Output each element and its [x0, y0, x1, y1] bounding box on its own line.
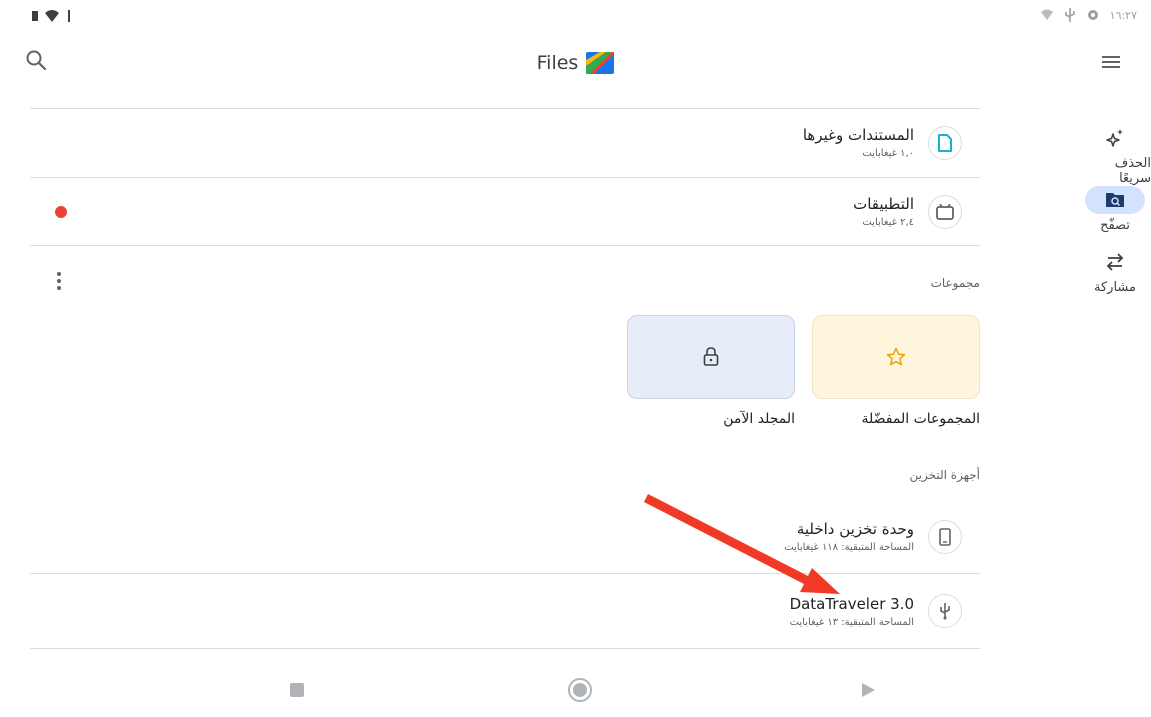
android-app-icon [936, 203, 954, 220]
files-logo-icon [586, 52, 615, 74]
phone-icon [939, 527, 951, 546]
app-title: Files [536, 52, 579, 74]
battery-icon [32, 11, 38, 21]
rail-pill [1085, 124, 1145, 152]
status-time: ١٦:٢٧ [1109, 8, 1137, 22]
storage-free-space: المساحة المتبقية: ١٣ غيغابايت [789, 616, 914, 628]
system-navigation-bar [0, 667, 1151, 717]
browse-folder-icon [1106, 193, 1124, 207]
hamburger-menu-icon [1102, 56, 1120, 68]
storage-name: DataTraveler 3.0 [789, 594, 914, 613]
home-button[interactable] [567, 677, 593, 703]
status-left [32, 9, 72, 23]
favorites-collection-card[interactable] [812, 315, 980, 399]
usb-icon-circle [928, 594, 962, 628]
storage-row-internal[interactable]: وحدة تخزين داخلية المساحة المتبقية: ١١٨ … [30, 500, 980, 574]
storage-devices-heading: أجهزة التخزين [909, 468, 980, 482]
status-bar: ١٦:٢٧ [0, 0, 1151, 34]
category-name: التطبيقات [853, 195, 914, 213]
more-vert-icon [57, 272, 61, 290]
storage-row-usb[interactable]: DataTraveler 3.0 المساحة المتبقية: ١٣ غي… [30, 574, 980, 649]
gear-icon [1087, 10, 1098, 20]
storage-free-space: المساحة المتبقية: ١١٨ غيغابايت [784, 542, 914, 553]
sparkle-icon [1106, 129, 1123, 147]
collections-heading: مجموعات [930, 276, 980, 290]
phone-icon-circle [928, 519, 962, 554]
rail-label: الحذف سريعًا [1114, 156, 1151, 186]
rail-item-browse[interactable]: تصفّح [1079, 186, 1151, 233]
rail-item-share[interactable]: مشاركة [1079, 248, 1151, 295]
recents-button[interactable] [290, 683, 304, 697]
more-options-button[interactable] [54, 271, 64, 291]
category-row-documents[interactable]: المستندات وغيرها ١,٠ غيغابايت [30, 108, 980, 178]
share-swap-icon [1106, 253, 1124, 271]
rail-pill-active [1085, 186, 1145, 214]
document-icon [938, 133, 952, 152]
category-size: ١,٠ غيغابايت [862, 148, 914, 159]
category-row-apps[interactable]: التطبيقات ٢,٤ غيغابايت [30, 178, 980, 246]
safe-folder-card[interactable] [627, 315, 795, 399]
safe-folder-label: المجلد الآمن [723, 411, 795, 427]
app-title-group: Files [0, 52, 1151, 74]
browse-content: المستندات وغيرها ١,٠ غيغابايت التطبيقات … [30, 108, 980, 668]
back-button[interactable] [860, 682, 876, 698]
storage-name: وحدة تخزين داخلية [796, 520, 914, 538]
category-name: المستندات وغيرها [802, 126, 914, 144]
rail-pill [1085, 248, 1145, 276]
wifi-icon [1040, 9, 1053, 20]
usb-icon [940, 603, 950, 620]
status-right: ١٦:٢٧ [1040, 8, 1137, 22]
top-app-bar: Files [0, 34, 1151, 94]
rail-item-clean[interactable]: الحذف سريعًا [1079, 124, 1151, 186]
document-icon-circle [928, 125, 962, 160]
rail-label: تصفّح [1100, 218, 1130, 233]
app-icon-circle [928, 194, 962, 229]
usb-icon [1064, 8, 1075, 22]
menu-button[interactable] [1099, 50, 1127, 78]
wifi-icon [45, 10, 59, 22]
lock-icon [703, 347, 719, 366]
vibrate-icon [68, 10, 70, 22]
rail-label: مشاركة [1094, 280, 1136, 295]
star-icon [886, 347, 906, 366]
category-size: ٢,٤ غيغابايت [862, 217, 914, 228]
favorites-collection-label: المجموعات المفضّلة [861, 411, 980, 427]
notification-dot [55, 206, 67, 218]
